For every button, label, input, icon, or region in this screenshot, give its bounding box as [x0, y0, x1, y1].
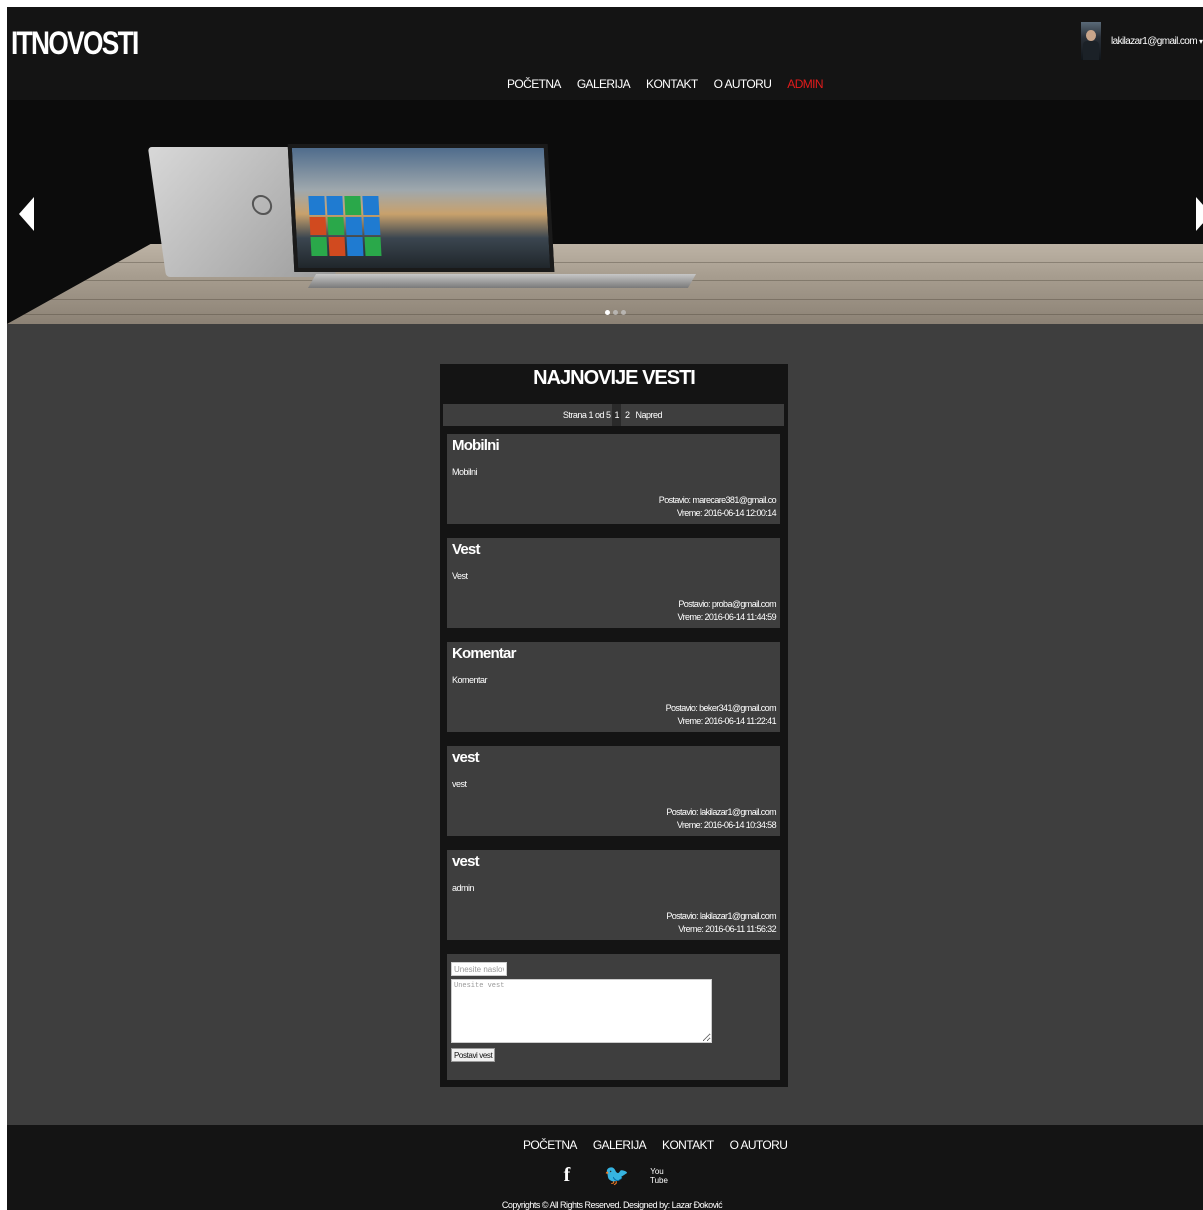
social-links: f 🐦 You Tube — [560, 1163, 668, 1188]
header: ITNOVOSTI lakilazar1@gmail.com ▾ POČETNA… — [7, 7, 1203, 100]
news-item-meta: Postavio: proba@gmail.com Vreme: 2016-06… — [677, 598, 777, 624]
user-menu[interactable]: lakilazar1@gmail.com ▾ — [1081, 21, 1203, 61]
footer-nav-galerija[interactable]: GALERIJA — [593, 1138, 647, 1152]
nav-pocetna[interactable]: POČETNA — [507, 77, 561, 91]
slide-image-laptop-base — [307, 274, 697, 288]
footer-nav-pocetna[interactable]: POČETNA — [523, 1138, 577, 1152]
news-item-author: Postavio: lakilazar1@gmail.com — [666, 807, 776, 817]
news-item-author: Postavio: marecare381@gmail.co — [658, 495, 777, 505]
news-panel: NAJNOVIJE VESTI Strana 1 od 5 1 2 Napred… — [440, 364, 788, 1087]
pagination: Strana 1 od 5 1 2 Napred — [443, 404, 784, 426]
copyright-text: Copyrights © All Rights Reserved. Design… — [501, 1200, 723, 1210]
arrow-left-icon[interactable] — [19, 197, 34, 231]
youtube-icon-bottom: Tube — [650, 1175, 668, 1185]
post-news-button[interactable]: Postavi vest — [451, 1048, 496, 1062]
news-item: Vest Vest Postavio: proba@gmail.com Vrem… — [447, 538, 780, 628]
news-item-body: Vest — [452, 571, 468, 581]
page-link-1[interactable]: 1 — [612, 404, 621, 426]
avatar-body — [1083, 41, 1100, 60]
news-body-textarea[interactable] — [451, 979, 712, 1043]
arrow-right-icon[interactable] — [1196, 197, 1203, 231]
news-item-meta: Postavio: beker341@gmail.com Vreme: 2016… — [665, 702, 777, 728]
news-item-meta: Postavio: marecare381@gmail.co Vreme: 20… — [658, 494, 777, 520]
slider-dots — [605, 310, 626, 315]
news-item-meta: Postavio: lakilazar1@gmail.com Vreme: 20… — [666, 910, 776, 936]
chevron-down-icon[interactable]: ▾ — [1199, 37, 1203, 46]
footer-nav-o-autoru[interactable]: O AUTORU — [730, 1138, 788, 1152]
news-item-time: Vreme: 2016-06-14 12:00:14 — [676, 508, 777, 518]
slider-dot[interactable] — [613, 310, 618, 315]
news-item: Mobilni Mobilni Postavio: marecare381@gm… — [447, 434, 780, 524]
youtube-icon-top: You — [650, 1166, 664, 1176]
slide-image-laptop-screen — [287, 144, 555, 272]
avatar-face — [1086, 30, 1097, 41]
news-item-title: vest — [452, 853, 480, 870]
pagination-info: Strana 1 od 5 — [562, 410, 611, 420]
news-title-input[interactable] — [451, 962, 507, 976]
desk-grain — [7, 299, 1203, 300]
image-slider[interactable] — [7, 100, 1203, 324]
news-item-time: Vreme: 2016-06-14 10:34:58 — [676, 820, 777, 830]
news-item-body: vest — [452, 779, 467, 789]
news-item-title: Vest — [452, 541, 480, 558]
page-next-link[interactable]: Napred — [634, 404, 665, 426]
user-email[interactable]: lakilazar1@gmail.com — [1111, 36, 1198, 47]
page: ITNOVOSTI lakilazar1@gmail.com ▾ POČETNA… — [7, 7, 1203, 1210]
news-item-title: Komentar — [452, 645, 516, 662]
youtube-icon[interactable]: You Tube — [650, 1166, 668, 1185]
news-item: vest admin Postavio: lakilazar1@gmail.co… — [447, 850, 780, 940]
laptop-logo — [250, 195, 274, 215]
laptop-start-tiles — [308, 196, 382, 256]
news-item: Komentar Komentar Postavio: beker341@gma… — [447, 642, 780, 732]
facebook-icon[interactable]: f — [560, 1164, 574, 1187]
nav-galerija[interactable]: GALERIJA — [577, 77, 631, 91]
footer: POČETNA GALERIJA KONTAKT O AUTORU f 🐦 Yo… — [7, 1125, 1203, 1210]
news-item-title: vest — [452, 749, 480, 766]
avatar[interactable] — [1081, 22, 1102, 60]
news-item: vest vest Postavio: lakilazar1@gmail.com… — [447, 746, 780, 836]
slider-dot[interactable] — [605, 310, 610, 315]
nav-o-autoru[interactable]: O AUTORU — [714, 77, 772, 91]
news-item-author: Postavio: lakilazar1@gmail.com — [666, 911, 776, 921]
slider-dot[interactable] — [621, 310, 626, 315]
nav-admin[interactable]: ADMIN — [787, 77, 823, 91]
news-item-time: Vreme: 2016-06-11 11:56:32 — [678, 924, 776, 934]
news-title: NAJNOVIJE VESTI — [533, 367, 696, 389]
news-item-body: Mobilni — [452, 467, 478, 477]
news-item-time: Vreme: 2016-06-14 11:22:41 — [677, 716, 777, 726]
footer-navigation: POČETNA GALERIJA KONTAKT O AUTORU — [523, 1138, 788, 1152]
news-item-author: Postavio: proba@gmail.com — [678, 599, 776, 609]
site-logo[interactable]: ITNOVOSTI — [11, 25, 139, 62]
top-navigation: POČETNA GALERIJA KONTAKT O AUTORU ADMIN — [507, 77, 824, 91]
page-link-2[interactable]: 2 — [623, 404, 632, 426]
news-item-body: Komentar — [452, 675, 488, 685]
news-item-body: admin — [452, 883, 475, 893]
nav-kontakt[interactable]: KONTAKT — [646, 77, 698, 91]
post-news-form: Postavi vest — [447, 954, 780, 1080]
news-item-meta: Postavio: lakilazar1@gmail.com Vreme: 20… — [666, 806, 776, 832]
news-item-time: Vreme: 2016-06-14 11:44:59 — [677, 612, 777, 622]
footer-nav-kontakt[interactable]: KONTAKT — [662, 1138, 714, 1152]
news-item-author: Postavio: beker341@gmail.com — [665, 703, 777, 713]
twitter-icon[interactable]: 🐦 — [604, 1163, 629, 1188]
news-item-title: Mobilni — [452, 437, 500, 454]
